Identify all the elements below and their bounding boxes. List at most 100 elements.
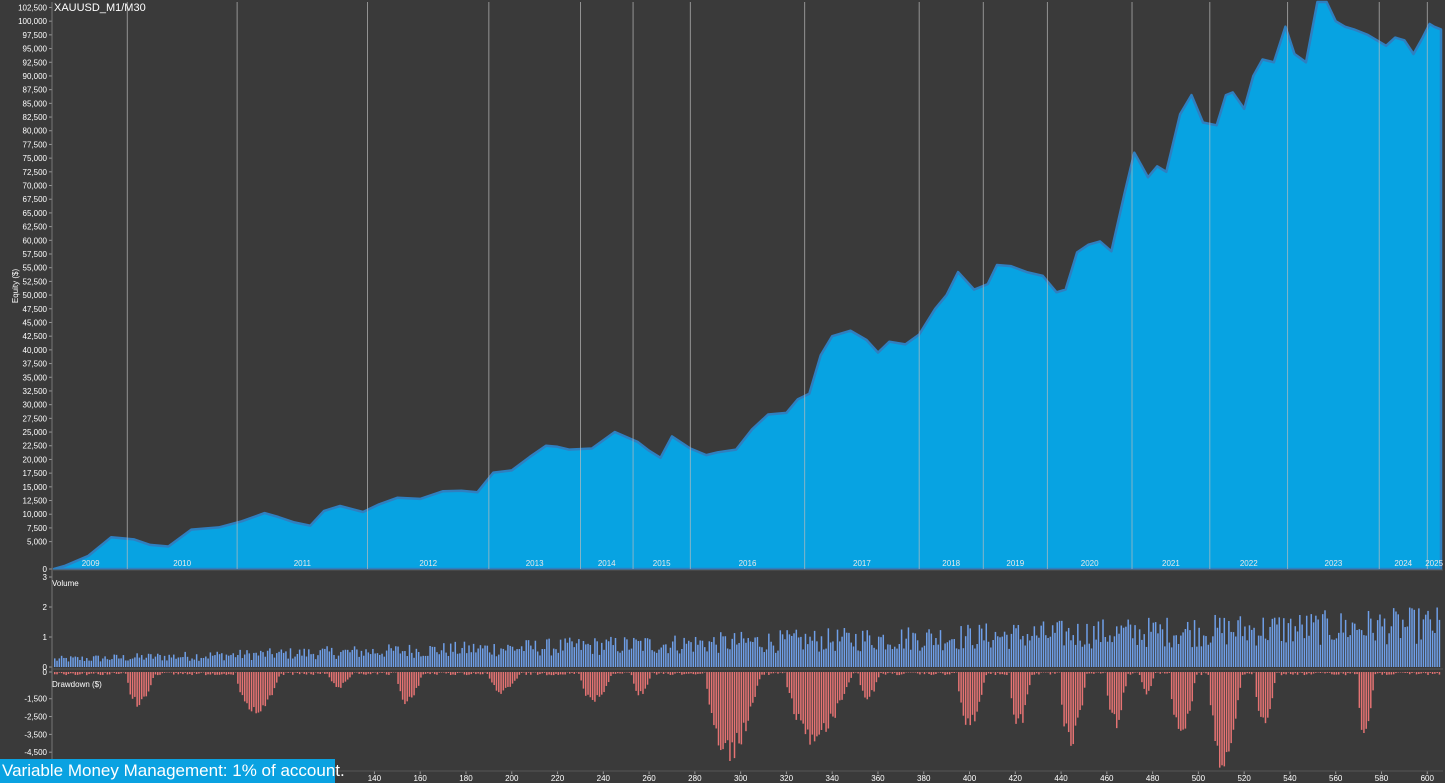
drawdown-bar [942,672,944,674]
volume-bar [816,641,818,667]
volume-bar [1367,610,1370,667]
drawdown-bar [241,672,244,696]
volume-bar [122,655,125,667]
equity-tick-label: 32,500 [23,387,48,396]
drawdown-bar [983,672,985,683]
drawdown-bar [358,672,360,674]
drawdown-bar [1358,672,1361,708]
drawdown-bar [955,672,958,673]
drawdown-bar [774,672,777,673]
drawdown-bar [67,672,70,675]
drawdown-bar [935,672,937,674]
volume-bar [1081,646,1084,667]
volume-bar [298,649,301,667]
drawdown-bar [841,672,843,700]
volume-bar [541,649,543,667]
drawdown-bar [964,672,967,725]
drawdown-bar [1299,672,1301,673]
drawdown-bar [1090,672,1093,674]
drawdown-bar [1321,672,1324,673]
volume-bar [1267,640,1269,667]
drawdown-bar [1251,672,1253,675]
volume-bar [605,639,608,667]
volume-bar [807,644,809,667]
volume-bar [589,645,592,667]
volume-bar [246,650,248,667]
volume-bar [259,650,262,667]
drawdown-bar [985,672,988,676]
volume-bar [839,641,841,667]
drawdown-bar [704,672,706,673]
volume-bar [163,655,166,667]
year-label: 2017 [853,559,871,568]
drawdown-bar [1132,672,1134,674]
volume-bar [1360,630,1363,667]
volume-bar [470,652,473,667]
equity-tick-label: 55,000 [23,264,48,273]
drawdown-bar [587,672,589,695]
volume-bar [1418,608,1420,667]
drawdown-bar [310,672,312,675]
drawdown-bar [1125,672,1127,687]
equity-tick-label: 57,500 [23,250,48,259]
equity-tick-label: 52,500 [23,277,48,286]
volume-bar [1083,644,1086,667]
drawdown-bar [1109,672,1111,710]
volume-bar [175,658,177,667]
volume-bar [404,651,406,667]
drawdown-bar [786,672,788,688]
drawdown-bar [296,672,299,674]
volume-bar [1006,634,1008,667]
drawdown-bar [193,672,196,673]
volume-bar [255,652,257,667]
volume-bar [953,639,955,667]
equity-tick-label: 45,000 [23,318,48,327]
drawdown-bar [742,672,745,723]
volume-bar [607,641,610,667]
drawdown-bar [1287,672,1290,673]
drawdown-bar [70,672,72,674]
volume-bar [530,645,532,667]
drawdown-bar [392,672,395,673]
volume-bar [1019,639,1022,667]
volume-bar [1038,637,1040,667]
volume-bar [926,632,928,667]
drawdown-bar [1006,672,1008,676]
drawdown-bar [498,672,500,693]
volume-bar [349,652,351,667]
volume-bar [614,638,617,667]
volume-bar [1237,620,1239,667]
volume-bar [223,660,225,667]
drawdown-bar [800,672,802,721]
volume-bar [1118,633,1120,667]
volume-bar [1404,627,1406,667]
drawdown-bar [923,672,926,675]
volume-bar [873,647,875,667]
volume-bar [765,649,768,667]
volume-bar [1251,629,1253,667]
volume-bar [1212,636,1214,667]
drawdown-bar [548,672,550,675]
drawdown-bar [861,672,864,691]
volume-bar [211,655,214,667]
volume-bar [761,647,763,667]
volume-bar [1376,620,1379,667]
volume-bar [463,641,466,667]
drawdown-bar [637,672,640,696]
volume-bar [1374,640,1377,667]
drawdown-bar [1388,672,1390,675]
drawdown-bar [1077,672,1079,718]
volume-bar [1079,640,1081,667]
volume-bar [1292,641,1294,667]
drawdown-bar [804,672,807,735]
volume-bar [342,650,344,667]
volume-bar [699,640,701,667]
drawdown-bar [575,672,578,673]
drawdown-bar [1218,672,1221,768]
drawdown-bar [163,672,166,673]
drawdown-bar [106,672,109,675]
drawdown-bar [1159,672,1161,674]
drawdown-bar [401,672,404,700]
volume-bar [1340,613,1342,667]
volume-bar [214,655,216,667]
